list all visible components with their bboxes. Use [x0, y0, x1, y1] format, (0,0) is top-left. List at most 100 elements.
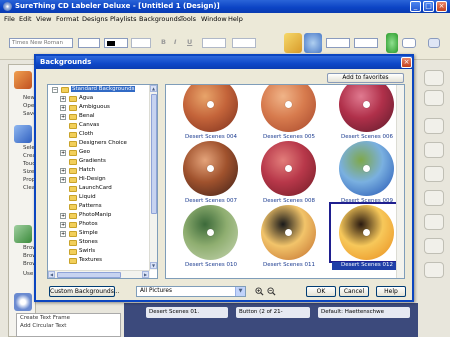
expand-icon[interactable]: + [60, 213, 66, 219]
tree-item[interactable]: + Benal [48, 113, 148, 121]
tree-horizontal-scrollbar[interactable]: ◀ ▶ [48, 270, 150, 278]
dialog-close-button[interactable]: × [401, 57, 412, 68]
line-style-dropdown[interactable] [326, 38, 350, 48]
add-circular-text-link[interactable]: Add Circular Text [17, 322, 120, 330]
background-gallery[interactable]: Desert Scenes 004 Desert Scenes 005 Desert… [165, 84, 405, 279]
background-thumbnail[interactable]: Desert Scenes 010 [176, 205, 246, 268]
zoom-level-field[interactable] [402, 38, 416, 48]
background-thumbnail[interactable]: Desert Scenes 012 [329, 202, 404, 270]
tree-item[interactable]: − Standard Backgrounds [48, 86, 148, 94]
tree-item[interactable]: + Hatch [48, 167, 148, 175]
close-button[interactable]: × [436, 1, 447, 12]
tree-vertical-scrollbar[interactable]: ▲ ▼ [149, 85, 157, 270]
pencil-icon[interactable] [284, 33, 302, 53]
expand-icon[interactable]: + [60, 96, 66, 102]
background-thumbnail[interactable]: Desert Scenes 008 [254, 141, 324, 204]
custom-backgrounds-button[interactable]: Custom Backgrounds... [49, 286, 120, 297]
font-size-dropdown[interactable] [78, 38, 100, 48]
globe-icon[interactable] [304, 33, 322, 53]
tree-item[interactable]: LaunchCard [48, 185, 148, 193]
tree-item[interactable]: Gradients [48, 158, 148, 166]
maximize-button[interactable]: □ [423, 1, 434, 12]
bold-button[interactable]: B [161, 38, 169, 48]
tree-item[interactable]: Cloth [48, 131, 148, 139]
tool-button-9[interactable] [424, 262, 444, 278]
expand-icon[interactable]: + [60, 168, 66, 174]
button-selector[interactable]: Button (2 of 21- [236, 307, 310, 318]
menu-backgrounds[interactable]: Backgrounds [139, 15, 181, 23]
tree-item[interactable]: + Simple [48, 230, 148, 238]
tree-item[interactable]: Textures [48, 257, 148, 265]
menu-help[interactable]: Help [228, 15, 243, 23]
tool-button-3[interactable] [424, 118, 444, 134]
expand-icon[interactable]: + [60, 114, 66, 120]
font-name-dropdown[interactable]: Times New Roman [9, 38, 73, 48]
expand-icon[interactable]: + [60, 150, 66, 156]
tree-hscroll-thumb[interactable] [57, 272, 121, 278]
underline-button[interactable]: U [187, 38, 195, 48]
tree-item[interactable]: Liquid [48, 194, 148, 202]
menu-view[interactable]: View [36, 15, 51, 23]
menu-playlists[interactable]: Playlists [110, 15, 137, 23]
tool-button-6[interactable] [424, 190, 444, 206]
minimize-button[interactable]: _ [410, 1, 421, 12]
background-thumbnail[interactable]: Desert Scenes 009 [332, 141, 402, 204]
chevron-down-icon[interactable]: ▼ [235, 287, 245, 296]
menu-edit[interactable]: Edit [19, 15, 32, 23]
collapse-icon[interactable]: − [52, 87, 58, 93]
scroll-left-arrow-icon[interactable]: ◀ [48, 271, 55, 278]
scroll-down-arrow-icon[interactable]: ▼ [150, 262, 157, 269]
tool-button-8[interactable] [424, 238, 444, 254]
tree-item[interactable]: + Photos [48, 221, 148, 229]
font-default-selector[interactable]: Default: Haettenschwe [318, 307, 410, 318]
tool-button-5[interactable] [424, 166, 444, 182]
tool-button-2[interactable] [424, 90, 444, 106]
tree-item[interactable]: Patterns [48, 203, 148, 211]
fill-dropdown[interactable] [354, 38, 378, 48]
menu-tools[interactable]: Tools [180, 15, 196, 23]
design-selector[interactable]: Desert Scenes 01. [146, 307, 228, 318]
style-dropdown[interactable] [131, 38, 151, 48]
tree-item[interactable]: + Geo [48, 149, 148, 157]
background-thumbnail[interactable]: Desert Scenes 005 [254, 85, 324, 140]
expand-icon[interactable]: + [60, 177, 66, 183]
align-dropdown[interactable] [202, 38, 226, 48]
tree-item[interactable]: Designers Choice [48, 140, 148, 148]
help-button[interactable]: Help [376, 286, 406, 297]
expand-icon[interactable]: + [60, 231, 66, 237]
tree-vscroll-thumb[interactable] [151, 94, 157, 214]
menu-file[interactable]: File [4, 15, 15, 23]
tree-item[interactable]: Canvas [48, 122, 148, 130]
category-tree[interactable]: ▲ ▼ ◀ ▶ − Standard Backgrounds + Agua + Ambig… [47, 84, 158, 279]
tree-item[interactable]: + Ambiguous [48, 104, 148, 112]
zoom-out-icon[interactable] [267, 287, 276, 296]
spacing-dropdown[interactable] [232, 38, 256, 48]
tree-item[interactable]: Stones [48, 239, 148, 247]
background-thumbnail[interactable]: Desert Scenes 006 [332, 85, 402, 140]
background-thumbnail[interactable]: Desert Scenes 011 [254, 205, 324, 268]
tool-button-4[interactable] [424, 142, 444, 158]
menu-designs[interactable]: Designs [82, 15, 108, 23]
task-size[interactable]: Size [23, 169, 34, 175]
cancel-button[interactable]: Cancel [339, 286, 369, 297]
font-color-dropdown[interactable] [104, 38, 128, 48]
scroll-right-arrow-icon[interactable]: ▶ [142, 271, 149, 278]
zoom-in-toolbar-icon[interactable] [386, 33, 398, 53]
picture-filter-dropdown[interactable]: All Pictures ▼ [136, 286, 246, 297]
tree-item[interactable]: + Agua [48, 95, 148, 103]
gallery-scrollbar[interactable] [396, 85, 404, 278]
menu-window[interactable]: Window [201, 15, 227, 23]
tree-item[interactable]: + Hi-Design [48, 176, 148, 184]
zoom-in-icon[interactable] [255, 287, 264, 296]
expand-icon[interactable]: + [60, 222, 66, 228]
menu-format[interactable]: Format [56, 15, 79, 23]
background-thumbnail[interactable]: Desert Scenes 007 [176, 141, 246, 204]
tree-item[interactable]: + PhotoManip [48, 212, 148, 220]
tool-button-1[interactable] [424, 70, 444, 86]
ok-button[interactable]: OK [306, 286, 336, 297]
italic-button[interactable]: I [174, 38, 182, 48]
scroll-up-arrow-icon[interactable]: ▲ [150, 85, 157, 92]
create-text-frame-link[interactable]: Create Text Frame [17, 314, 120, 322]
tree-item[interactable]: Swirls [48, 248, 148, 256]
tool-button-7[interactable] [424, 214, 444, 230]
